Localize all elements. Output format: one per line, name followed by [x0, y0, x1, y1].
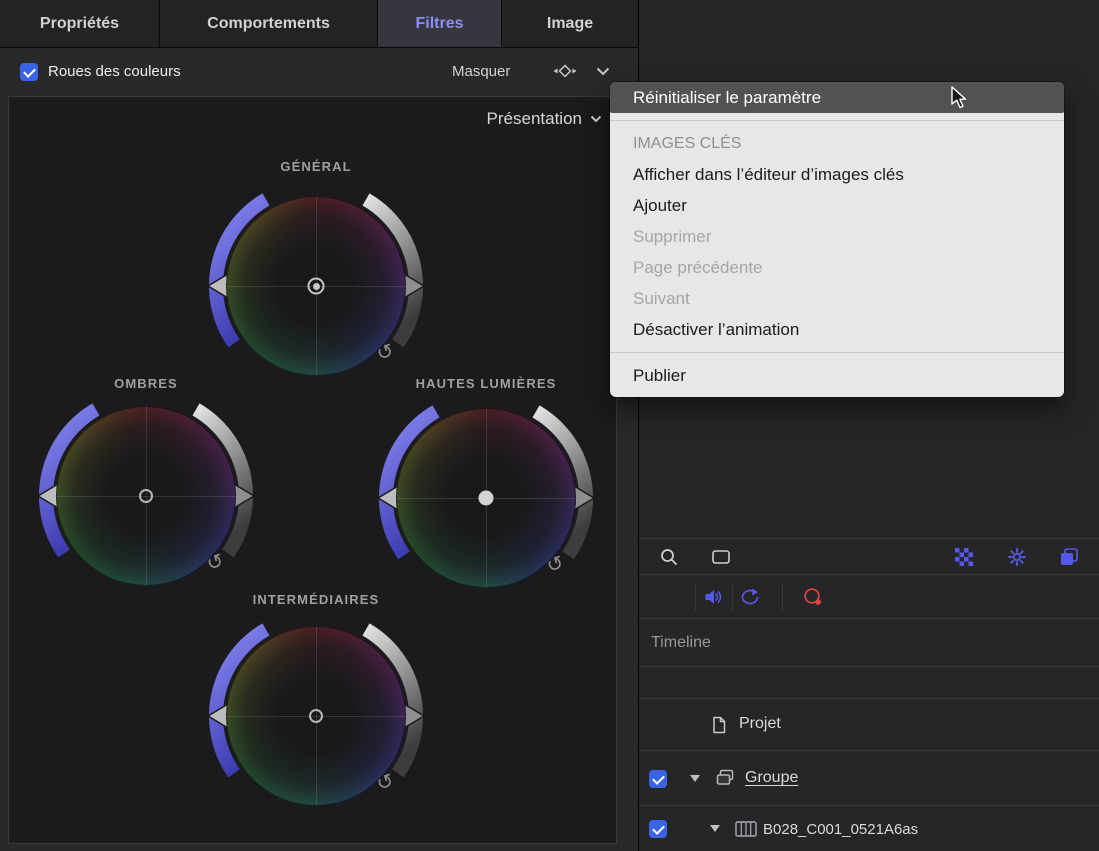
color-wheels-panel: Présentation GÉNÉRAL OMBRES HAUTES LUMIÈ…: [8, 96, 617, 844]
clone-layers-icon[interactable]: [1059, 547, 1079, 567]
search-icon[interactable]: [659, 547, 679, 567]
color-wheel-general[interactable]: ↺: [201, 171, 431, 401]
presentation-dropdown[interactable]: Présentation: [487, 109, 602, 129]
file-icon: [709, 715, 729, 735]
timeline-label-row: Timeline: [639, 619, 1099, 667]
filter-enable-checkbox[interactable]: [20, 63, 38, 81]
wheel-center-control[interactable]: [309, 709, 323, 723]
filter-title: Roues des couleurs: [48, 63, 181, 80]
tab-proprietes[interactable]: Propriétés: [0, 0, 160, 47]
menu-section-images-cles: IMAGES CLÉS: [610, 128, 1064, 159]
project-label: Projet: [739, 715, 781, 733]
menu-item-previous-page: Page précédente: [610, 252, 1064, 283]
region-rect-icon[interactable]: [711, 547, 731, 567]
menu-item-delete: Supprimer: [610, 221, 1064, 252]
layer-checkbox[interactable]: [649, 820, 667, 838]
tab-image[interactable]: Image: [502, 0, 638, 47]
clip-label: B028_C001_0521A6as: [763, 821, 918, 838]
disclosure-triangle-icon[interactable]: [709, 823, 721, 833]
layer-toggle-row: [639, 575, 1099, 619]
chevron-down-icon: [590, 115, 602, 123]
filter-header: Roues des couleurs Masquer: [0, 48, 638, 96]
speaker-icon[interactable]: [703, 587, 723, 607]
inspector-tab-bar: Propriétés Comportements Filtres Image: [0, 0, 638, 48]
divider: [782, 583, 783, 611]
disclosure-triangle-icon[interactable]: [689, 773, 701, 783]
record-icon[interactable]: [803, 587, 823, 607]
layer-checkbox[interactable]: [649, 770, 667, 788]
wheel-center-control[interactable]: [479, 491, 494, 506]
color-wheel-highlights[interactable]: ↺: [371, 383, 601, 613]
group-row[interactable]: Groupe: [639, 751, 1099, 806]
group-layers-icon: [715, 768, 735, 788]
presentation-label: Présentation: [487, 109, 582, 129]
divider: [732, 583, 733, 611]
hide-button[interactable]: Masquer: [452, 63, 510, 80]
color-wheel-shadows[interactable]: ↺: [31, 381, 261, 611]
empty-row: [639, 667, 1099, 699]
chevron-down-icon[interactable]: [596, 67, 610, 76]
menu-separator: [610, 352, 1064, 353]
gear-icon[interactable]: [1007, 547, 1027, 567]
wheel-center-control[interactable]: [139, 489, 153, 503]
loop-icon[interactable]: [739, 588, 761, 606]
menu-item-publish[interactable]: Publier: [610, 360, 1064, 391]
tab-filtres[interactable]: Filtres: [378, 0, 502, 47]
context-menu: Réinitialiser le paramètre IMAGES CLÉS A…: [610, 82, 1064, 397]
animation-menu-icon[interactable]: [552, 61, 578, 81]
mouse-cursor: [951, 86, 973, 110]
project-row[interactable]: Projet: [639, 699, 1099, 751]
tab-comportements[interactable]: Comportements: [160, 0, 378, 47]
color-wheel-midtones[interactable]: ↺: [201, 601, 431, 831]
menu-item-add[interactable]: Ajouter: [610, 190, 1064, 221]
timeline-toolbar: [639, 538, 1099, 575]
menu-item-show-in-keyframe-editor[interactable]: Afficher dans l’éditeur d’images clés: [610, 159, 1064, 190]
menu-item-reset-parameter[interactable]: Réinitialiser le paramètre: [610, 82, 1064, 113]
timeline-label: Timeline: [651, 634, 711, 651]
clip-row[interactable]: B028_C001_0521A6as: [639, 806, 1099, 851]
group-label[interactable]: Groupe: [745, 769, 798, 787]
checkerboard-icon[interactable]: [955, 548, 973, 566]
filmstrip-icon: [735, 820, 757, 838]
menu-item-next: Suivant: [610, 283, 1064, 314]
menu-item-disable-animation[interactable]: Désactiver l’animation: [610, 314, 1064, 345]
wheel-center-control[interactable]: [308, 278, 325, 295]
divider: [695, 583, 696, 611]
menu-separator: [610, 120, 1064, 121]
